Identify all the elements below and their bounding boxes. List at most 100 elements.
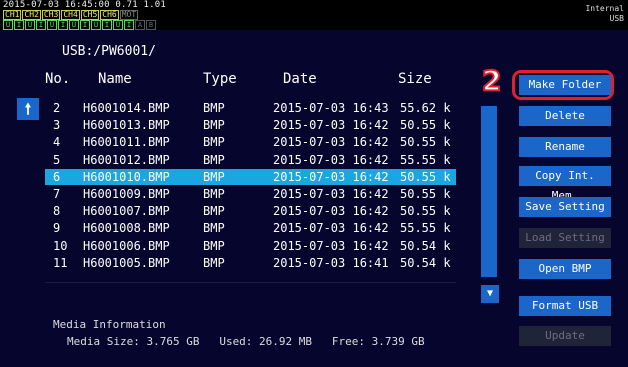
column-header-date: Date xyxy=(283,71,317,87)
table-row[interactable]: 5 H6001012.BMP BMP 2015-07-03 16:42 55.55 k xyxy=(45,152,456,168)
format-usb-button[interactable]: Format USB xyxy=(519,296,611,316)
cell-type: BMP xyxy=(203,101,225,115)
cell-date: 2015-07-03 16:42 xyxy=(273,187,389,201)
table-row[interactable]: 6 H6001010.BMP BMP 2015-07-03 16:42 50.55 k xyxy=(45,168,456,185)
save-setting-button[interactable]: Save Setting xyxy=(519,197,611,217)
status-bar: 2015-07-03 16:45:00 0.71 1.01 CH1 CH2 CH… xyxy=(0,0,628,30)
channel-ch3: CH3 xyxy=(41,10,61,20)
timestamp: 2015-07-03 16:45:00 0.71 1.01 xyxy=(3,0,166,10)
table-row[interactable]: 4 H6001011.BMP BMP 2015-07-03 16:42 50.55 k xyxy=(45,134,456,150)
media-info-title: Media Information xyxy=(53,318,166,331)
cell-no: 8 xyxy=(53,204,61,219)
arrow-up-icon: 🠕 xyxy=(24,100,32,118)
cell-type: BMP xyxy=(203,255,225,270)
cell-size: 55.55 k xyxy=(400,221,451,236)
cell-date: 2015-07-03 16:41 xyxy=(273,255,389,270)
cell-size: 50.55 k xyxy=(400,135,451,150)
cell-name: H6001005.BMP xyxy=(83,255,170,270)
current-path: USB:/PW6001/ xyxy=(62,44,156,59)
rename-button[interactable]: Rename xyxy=(519,137,611,157)
cell-size: 55.55 k xyxy=(400,152,451,167)
io-flag: I xyxy=(58,20,68,30)
cell-size: 50.54 k xyxy=(400,255,451,270)
open-bmp-button[interactable]: Open BMP xyxy=(519,259,611,279)
list-divider xyxy=(45,282,456,283)
up-directory-button[interactable]: 🠕 xyxy=(17,98,39,120)
storage-internal: Internal xyxy=(585,4,624,13)
channel-ch2: CH2 xyxy=(22,10,41,20)
scroll-down-button[interactable]: ▼ xyxy=(481,285,499,303)
cell-size: 50.55 k xyxy=(400,187,451,201)
cell-type: BMP xyxy=(203,221,225,236)
cell-name: H6001008.BMP xyxy=(83,221,170,236)
media-info-details: Media Size: 3.765 GB Used: 26.92 MB Free… xyxy=(67,335,425,348)
io-flag: I xyxy=(102,20,112,30)
cell-no: 9 xyxy=(53,221,61,236)
column-header-size: Size xyxy=(398,71,432,87)
io-flag: I xyxy=(124,20,134,30)
channel-indicators: CH1 CH2 CH3 CH4 CH5 CH6 MOT xyxy=(3,10,139,20)
table-row[interactable]: 2 H6001014.BMP BMP 2015-07-03 16:43 55.62 k xyxy=(45,100,456,116)
cell-no: 2 xyxy=(53,101,61,115)
io-flag: U xyxy=(25,20,35,30)
cell-date: 2015-07-03 16:42 xyxy=(273,135,389,150)
channel-ch4: CH4 xyxy=(61,10,80,20)
channel-mot: MOT xyxy=(119,10,139,20)
cell-type: BMP xyxy=(203,169,225,184)
update-button[interactable]: Update xyxy=(519,326,611,346)
cell-date: 2015-07-03 16:42 xyxy=(273,221,389,236)
make-folder-button[interactable]: Make Folder xyxy=(519,75,611,95)
cell-no: 4 xyxy=(53,135,61,150)
cell-name: H6001014.BMP xyxy=(83,101,170,115)
cell-no: 5 xyxy=(53,152,61,167)
channel-ch6: CH6 xyxy=(100,10,119,20)
column-header-type: Type xyxy=(203,71,237,87)
cell-date: 2015-07-03 16:42 xyxy=(273,238,389,253)
storage-indicator: Internal USB xyxy=(585,4,624,24)
cell-type: BMP xyxy=(203,152,225,167)
table-row[interactable]: 7 H6001009.BMP BMP 2015-07-03 16:42 50.55 k xyxy=(45,186,456,202)
io-flag: U xyxy=(3,20,13,30)
io-flag: I xyxy=(36,20,46,30)
cell-type: BMP xyxy=(203,187,225,201)
storage-usb: USB xyxy=(609,14,624,23)
arrow-down-icon: ▼ xyxy=(486,288,494,299)
cell-no: 6 xyxy=(53,169,61,184)
cell-date: 2015-07-03 16:42 xyxy=(273,152,389,167)
table-row[interactable]: 9 H6001008.BMP BMP 2015-07-03 16:42 55.55 k xyxy=(45,220,456,236)
scrollbar-thumb[interactable] xyxy=(481,106,497,277)
copy-int-mem-button[interactable]: Copy Int. Mem. xyxy=(519,166,611,202)
load-setting-button[interactable]: Load Setting xyxy=(519,228,611,248)
cell-name: H6001011.BMP xyxy=(83,135,170,150)
cell-no: 10 xyxy=(53,238,68,253)
cell-type: BMP xyxy=(203,204,225,219)
cell-date: 2015-07-03 16:42 xyxy=(273,204,389,219)
table-row[interactable]: 8 H6001007.BMP BMP 2015-07-03 16:42 50.55 k xyxy=(45,203,456,219)
io-flag: I xyxy=(80,20,90,30)
cell-date: 2015-07-03 16:43 xyxy=(273,101,389,115)
io-flag: I xyxy=(14,20,24,30)
table-row[interactable]: 11 H6001005.BMP BMP 2015-07-03 16:41 50.54 k xyxy=(45,255,456,271)
cell-type: BMP xyxy=(203,238,225,253)
table-row[interactable]: 10 H6001006.BMP BMP 2015-07-03 16:42 50.54 k xyxy=(45,238,456,254)
delete-button[interactable]: Delete xyxy=(519,106,611,126)
cell-no: 11 xyxy=(53,255,68,270)
cell-name: H6001009.BMP xyxy=(83,187,170,201)
cell-type: BMP xyxy=(203,118,225,133)
cell-no: 3 xyxy=(53,118,61,133)
cell-size: 50.55 k xyxy=(400,118,451,133)
column-header-no: No. xyxy=(45,71,71,87)
io-indicators: U I U I U I U I U I U I A B xyxy=(3,20,156,30)
cell-size: 55.62 k xyxy=(400,101,451,115)
cell-name: H6001010.BMP xyxy=(83,169,170,184)
channel-ch5: CH5 xyxy=(80,10,100,20)
channel-ch1: CH1 xyxy=(3,10,22,20)
io-flag: U xyxy=(91,20,101,30)
cell-date: 2015-07-03 16:42 xyxy=(273,169,389,184)
cell-name: H6001012.BMP xyxy=(83,152,170,167)
io-flag: U xyxy=(47,20,57,30)
io-flag: A xyxy=(135,20,145,30)
cell-name: H6001013.BMP xyxy=(83,118,170,133)
table-row[interactable]: 3 H6001013.BMP BMP 2015-07-03 16:42 50.55 k xyxy=(45,117,456,133)
cell-name: H6001007.BMP xyxy=(83,204,170,219)
